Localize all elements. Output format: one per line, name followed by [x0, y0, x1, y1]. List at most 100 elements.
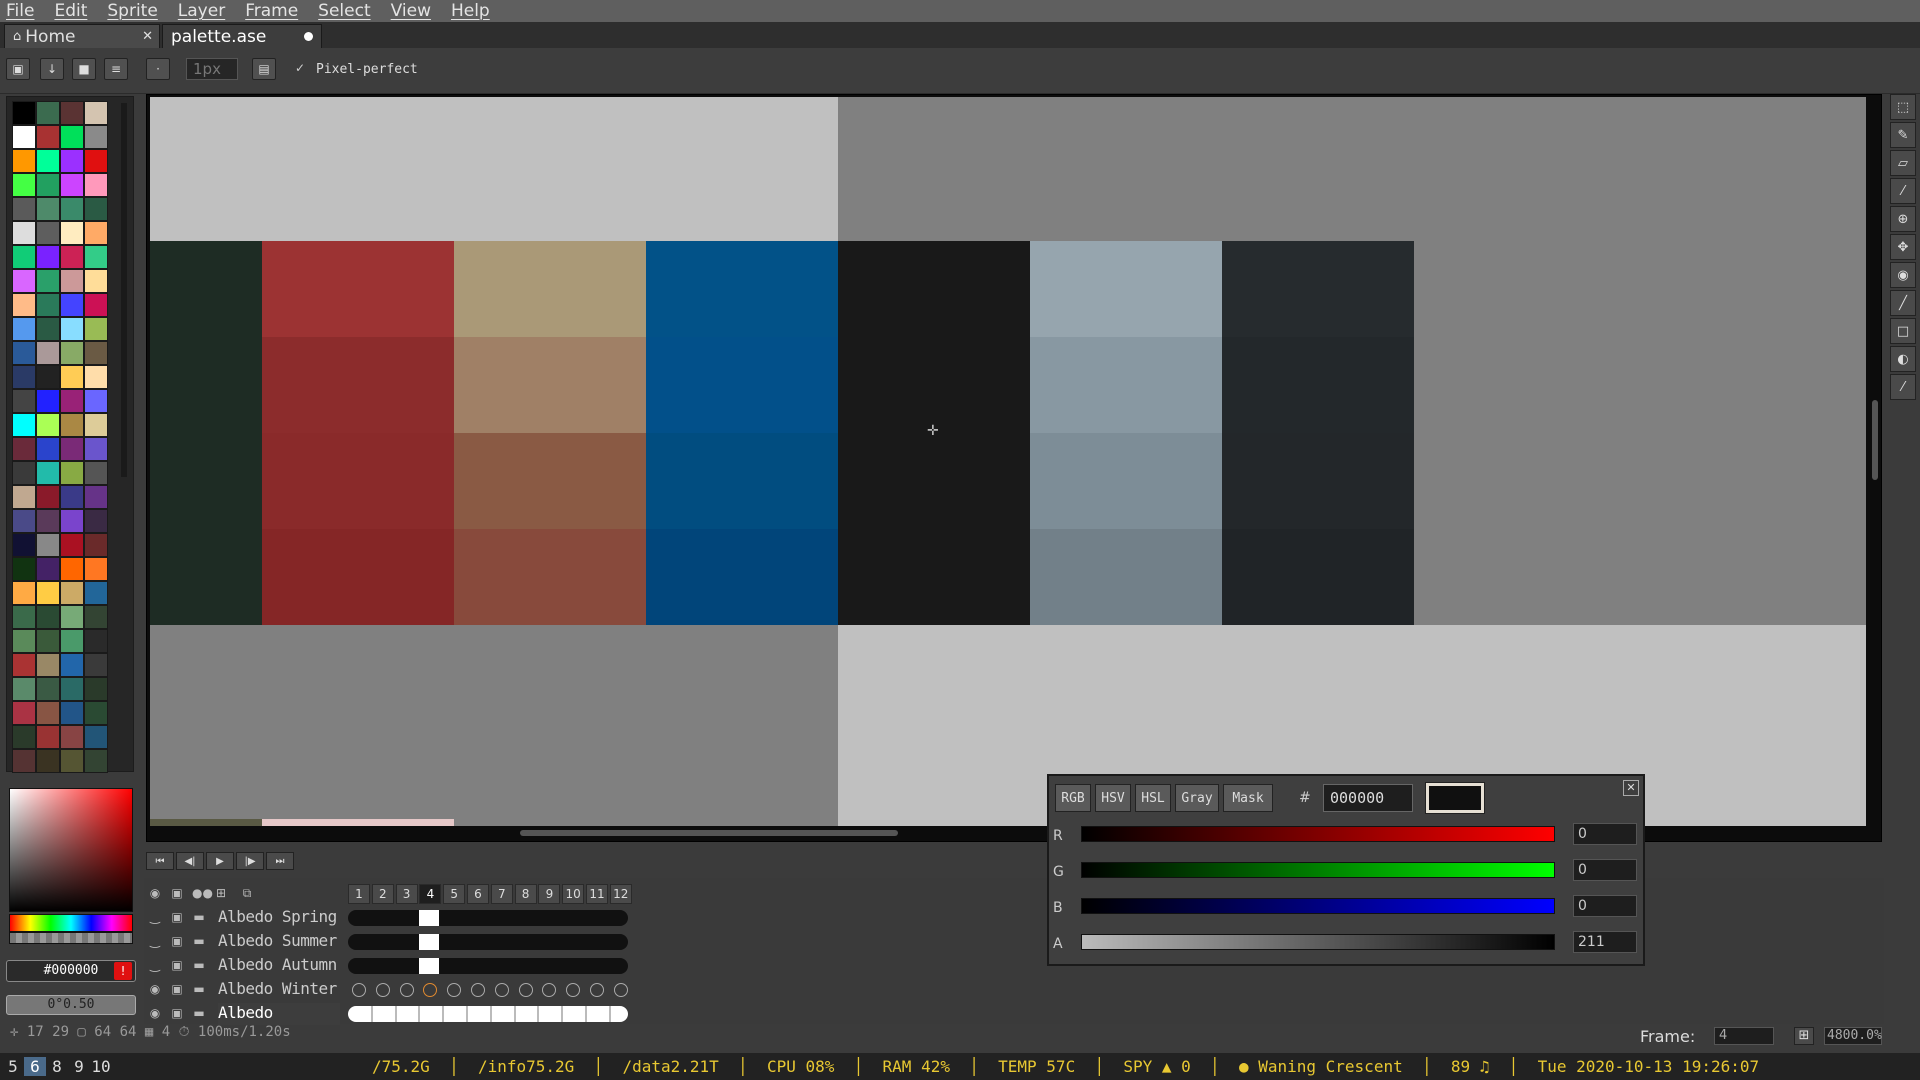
palette-swatch[interactable] — [60, 509, 84, 533]
layer-row[interactable]: ◉ ▣ ▬ Albedo — [144, 1002, 638, 1025]
palette-swatch[interactable] — [12, 173, 36, 197]
channel-slider-b[interactable] — [1081, 898, 1555, 914]
palette-scrollbar[interactable] — [121, 103, 127, 477]
palette-swatch[interactable] — [36, 197, 60, 221]
tab-home[interactable]: ⌂ Home ✕ — [4, 24, 160, 48]
palette-swatch[interactable] — [84, 389, 108, 413]
lock-icon[interactable]: ▣ — [170, 958, 184, 972]
palette-swatch[interactable] — [84, 509, 108, 533]
menu-item-frame[interactable]: Frame — [245, 1, 298, 21]
palette-swatch[interactable] — [84, 197, 108, 221]
palette-swatch[interactable] — [84, 293, 108, 317]
layer-cels[interactable] — [348, 910, 628, 926]
last-frame-button[interactable]: ⏭ — [266, 852, 294, 870]
blur-icon[interactable]: ⁄ — [1890, 374, 1916, 400]
channel-slider-r[interactable] — [1081, 826, 1555, 842]
layer-cels[interactable] — [348, 982, 628, 998]
lock-icon[interactable]: ▣ — [170, 910, 184, 924]
palette-swatch[interactable] — [84, 149, 108, 173]
fill-icon[interactable]: ◉ — [1890, 262, 1916, 288]
zoom-input[interactable]: 4800.0% — [1824, 1027, 1882, 1045]
empty-cel[interactable] — [352, 983, 366, 997]
menu-item-edit[interactable]: Edit — [54, 1, 87, 21]
frame-header-12[interactable]: 12 — [609, 884, 632, 904]
palette-swatch[interactable] — [36, 725, 60, 749]
channel-value-a[interactable]: 211 — [1573, 931, 1637, 953]
reference-icon[interactable]: ⧉ — [240, 886, 254, 900]
palette-swatch[interactable] — [12, 149, 36, 173]
empty-cel[interactable] — [542, 983, 557, 997]
palette-swatch[interactable] — [12, 581, 36, 605]
frame-header-8[interactable]: 8 — [514, 884, 537, 904]
tolerance-field[interactable]: 0°0.50 — [6, 995, 136, 1015]
frame-header-2[interactable]: 2 — [371, 884, 394, 904]
zoom-icon[interactable]: ⊕ — [1890, 206, 1916, 232]
palette-swatch[interactable] — [60, 605, 84, 629]
palette-swatch[interactable] — [60, 461, 84, 485]
workspace-8[interactable]: 8 — [46, 1057, 68, 1076]
contour-icon[interactable]: ◐ — [1890, 346, 1916, 372]
continuous-icon[interactable]: ▬ — [192, 1006, 206, 1020]
palette-swatch[interactable] — [60, 221, 84, 245]
palette-swatch[interactable] — [36, 221, 60, 245]
download-icon[interactable]: ↓ — [40, 58, 64, 80]
palette-swatch[interactable] — [36, 173, 60, 197]
palette-swatch[interactable] — [84, 677, 108, 701]
palette-swatch[interactable] — [84, 437, 108, 461]
mode-tab-rgb[interactable]: RGB — [1055, 784, 1091, 812]
palette-swatch[interactable] — [36, 245, 60, 269]
menu-item-view[interactable]: View — [391, 1, 431, 21]
palette-swatch[interactable] — [60, 293, 84, 317]
palette-swatch[interactable] — [84, 341, 108, 365]
lock-icon[interactable]: ▣ — [6, 58, 30, 80]
palette-swatch[interactable] — [12, 365, 36, 389]
eye-icon[interactable]: ◉ — [148, 982, 162, 996]
palette-swatch[interactable] — [12, 101, 36, 125]
palette-swatch[interactable] — [60, 365, 84, 389]
palette-swatch[interactable] — [84, 461, 108, 485]
frame-header-6[interactable]: 6 — [467, 884, 489, 904]
empty-cel[interactable] — [447, 983, 462, 997]
palette-swatch[interactable] — [60, 677, 84, 701]
layer-name[interactable]: Albedo Autumn — [218, 955, 340, 977]
mode-tab-mask[interactable]: Mask — [1223, 784, 1273, 812]
square-icon[interactable]: ■ — [72, 58, 96, 80]
add-frame-button[interactable]: ⊞ — [1794, 1027, 1814, 1045]
palette-swatch[interactable] — [84, 101, 108, 125]
palette-swatch[interactable] — [60, 557, 84, 581]
palette-swatch[interactable] — [12, 557, 36, 581]
palette-swatch[interactable] — [12, 485, 36, 509]
lock-icon[interactable]: ▣ — [170, 934, 184, 948]
menu-item-help[interactable]: Help — [451, 1, 490, 21]
frame-header-3[interactable]: 3 — [395, 884, 418, 904]
layer-row[interactable]: ‿ ▣ ▬ Albedo Spring — [144, 906, 638, 928]
palette-swatch[interactable] — [36, 677, 60, 701]
palette-swatch[interactable] — [60, 341, 84, 365]
palette-swatch[interactable] — [84, 317, 108, 341]
alpha-slider[interactable] — [9, 932, 133, 944]
empty-cel[interactable] — [471, 983, 485, 997]
mode-tab-hsv[interactable]: HSV — [1095, 784, 1131, 812]
palette-swatch[interactable] — [60, 413, 84, 437]
frame-header-11[interactable]: 11 — [586, 884, 608, 904]
pencil-icon[interactable]: ✎ — [1890, 122, 1916, 148]
palette-swatch[interactable] — [12, 701, 36, 725]
palette-swatch[interactable] — [60, 701, 84, 725]
continuous-icon[interactable]: ▬ — [192, 958, 206, 972]
mode-tab-hsl[interactable]: HSL — [1135, 784, 1171, 812]
palette-swatch[interactable] — [12, 725, 36, 749]
layer-name[interactable]: Albedo — [218, 1003, 340, 1025]
palette-swatch[interactable] — [36, 413, 60, 437]
palette-swatch[interactable] — [12, 677, 36, 701]
marquee-icon[interactable]: ⬚ — [1890, 94, 1916, 120]
menu-item-layer[interactable]: Layer — [178, 1, 225, 21]
palette-swatch[interactable] — [12, 221, 36, 245]
palette-swatch[interactable] — [36, 389, 60, 413]
palette-swatch[interactable] — [60, 317, 84, 341]
palette-swatch[interactable] — [60, 149, 84, 173]
empty-cel[interactable] — [566, 983, 581, 997]
layer-name[interactable]: Albedo Winter — [218, 979, 340, 1001]
palette-swatch[interactable] — [60, 197, 84, 221]
palette-swatch[interactable] — [12, 197, 36, 221]
palette-swatch[interactable] — [36, 557, 60, 581]
